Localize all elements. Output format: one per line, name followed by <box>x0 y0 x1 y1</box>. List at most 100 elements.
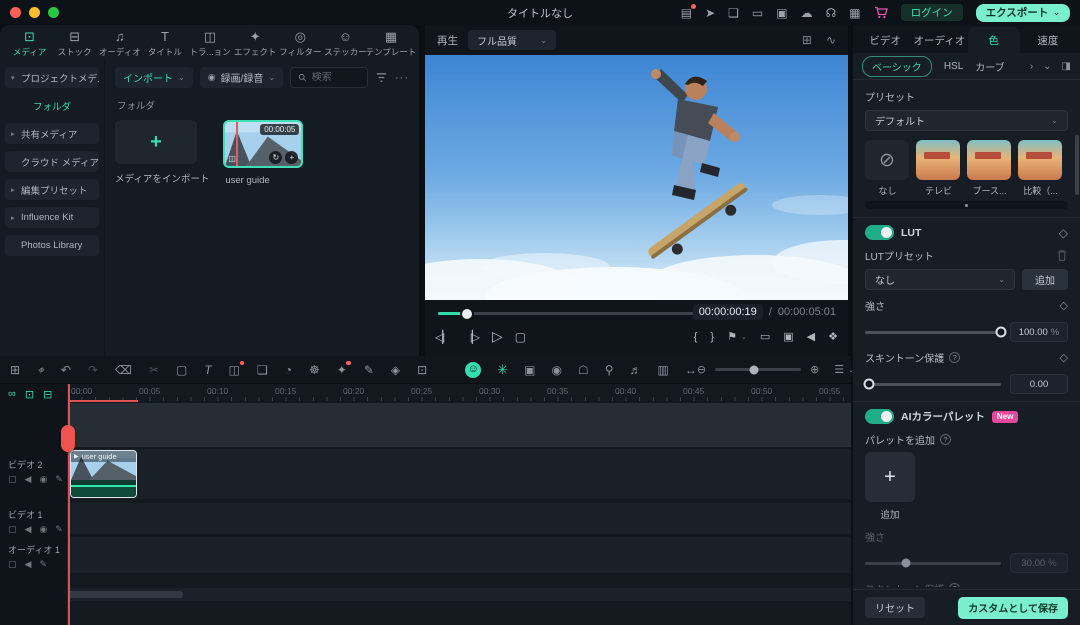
auto-ripple-icon[interactable]: ⊡ <box>25 388 34 401</box>
add-to-timeline-icon[interactable]: + <box>285 151 298 164</box>
help-icon[interactable]: ? <box>949 583 960 587</box>
fullscreen-icon[interactable]: ❖ <box>828 330 838 343</box>
next-frame-button[interactable]: ▕▷ <box>463 330 477 344</box>
palette-strength-slider[interactable] <box>865 562 1001 565</box>
lut-skin-value[interactable]: 0.00 <box>1010 374 1068 394</box>
audio-mixer-icon[interactable]: ♬ <box>630 364 642 376</box>
record-dropdown[interactable]: ◉ 録画/録音 ⌄ <box>200 67 283 88</box>
ai-palette-toggle[interactable] <box>865 409 894 424</box>
pip-icon[interactable]: ◫ <box>229 364 240 376</box>
import-dropdown[interactable]: インポート ⌄ <box>115 67 193 88</box>
more-options-icon[interactable]: ··· <box>395 72 409 84</box>
inspector-scrollbar[interactable] <box>1075 135 1079 195</box>
media-clip-thumbnail[interactable]: 00:00:05 ◫ ↻ + <box>223 120 303 168</box>
lut-skin-slider[interactable] <box>865 383 1001 386</box>
media-tab[interactable]: ✦ エフェクト <box>234 30 277 59</box>
select-tool-icon[interactable]: ⌖ <box>37 364 44 376</box>
sidebar-item[interactable]: クラウド メディア <box>5 151 99 172</box>
lut-toggle[interactable] <box>865 225 894 240</box>
preview-layout-icon[interactable]: ⊞ <box>802 33 812 47</box>
cart-icon[interactable] <box>874 6 888 19</box>
close-window-button[interactable] <box>10 7 21 18</box>
edit-properties-icon[interactable]: ✎ <box>364 364 374 376</box>
snapshot-icon[interactable]: ▣ <box>783 330 793 343</box>
add-lut-button[interactable]: 追加 <box>1022 269 1068 290</box>
help-icon[interactable]: ? <box>949 352 960 363</box>
timeline-clip-user-guide[interactable]: ▶user guide <box>70 450 137 498</box>
lock-track-icon[interactable]: ▢ <box>8 474 17 485</box>
support-headset-icon[interactable]: ☊ <box>826 7 837 19</box>
ai-assistant-icon[interactable]: ☺ <box>465 362 481 378</box>
media-tab[interactable]: ☺ ステッカー <box>324 30 367 59</box>
progress-knob[interactable] <box>462 309 472 319</box>
media-clip-card[interactable]: 00:00:05 ◫ ↻ + user guide <box>223 120 303 186</box>
search-box[interactable] <box>290 67 368 88</box>
megaphone-icon[interactable]: ➤ <box>705 7 715 19</box>
preset-category-dropdown[interactable]: デフォルト ⌄ <box>865 110 1068 131</box>
video-scopes-icon[interactable]: ∿ <box>826 33 836 47</box>
video2-lane[interactable] <box>68 449 851 499</box>
color-preset-thumbnail[interactable]: テレビ <box>916 140 961 197</box>
audio1-lane[interactable] <box>68 537 851 573</box>
zoom-out-icon[interactable]: ⊖ <box>697 363 706 376</box>
media-tab[interactable]: T タイトル <box>143 30 186 59</box>
search-input[interactable] <box>312 72 360 83</box>
keyframe-diamond-icon[interactable]: ◇ <box>1060 351 1068 364</box>
track-effects-icon[interactable]: ✎ <box>55 524 63 535</box>
add-palette-tile[interactable]: + <box>865 452 915 502</box>
display-device-icon[interactable]: ▭ <box>760 330 770 343</box>
import-media-tile[interactable]: + メディアをインポート <box>115 120 209 185</box>
safe-area-icon[interactable]: ☖ <box>578 364 589 376</box>
subtab-more-icon[interactable]: › <box>1030 61 1033 72</box>
shortcuts-grid-icon[interactable]: ▦ <box>849 7 860 19</box>
reset-button[interactable]: リセット <box>865 597 925 618</box>
sidebar-item[interactable]: ▾ プロジェクトメデ... <box>5 67 99 88</box>
ai-enhance-icon[interactable]: ✦ <box>337 364 347 376</box>
export-button[interactable]: エクスポート⌄ <box>976 4 1070 22</box>
snapshot-camera-icon[interactable]: ▣ <box>524 364 535 376</box>
media-tab[interactable]: ♫ オーディオ <box>98 30 141 59</box>
delete-lut-icon[interactable] <box>1056 249 1068 262</box>
timeline-zoom-slider[interactable] <box>715 368 801 371</box>
auto-ripple-icon[interactable]: ▥ <box>658 364 669 376</box>
track-effects-icon[interactable]: ✎ <box>55 474 63 485</box>
lock-track-icon[interactable]: ▢ <box>8 524 17 535</box>
gift-icon[interactable]: ▤ <box>681 7 692 19</box>
mark-in-button[interactable]: { <box>694 331 698 343</box>
crop-icon[interactable]: ▢ <box>176 364 187 376</box>
volume-icon[interactable]: ◀ <box>807 330 815 343</box>
media-tab[interactable]: ⊟ ストック <box>53 30 96 59</box>
sidebar-item[interactable]: Photos Library <box>5 235 99 256</box>
previous-frame-button[interactable]: ◁▏ <box>435 330 449 344</box>
playback-progress-slider[interactable] <box>438 312 706 315</box>
mute-track-icon[interactable]: ◀ <box>25 559 32 570</box>
video1-lane[interactable] <box>68 503 851 534</box>
palette-strength-value[interactable]: 30.00% <box>1010 553 1068 573</box>
draft-file-icon[interactable]: ❏ <box>728 7 739 19</box>
track-manager-button[interactable]: ☰ ⌄ <box>834 363 854 376</box>
media-tools-icon[interactable]: ⊞ <box>10 364 20 376</box>
current-timecode[interactable]: 00:00:00:19 <box>693 304 763 320</box>
display-mode-icon[interactable]: ▭ <box>752 7 763 19</box>
save-as-custom-button[interactable]: カスタムとして保存 <box>958 597 1068 619</box>
playback-quality-dropdown[interactable]: フル品質 ⌄ <box>468 30 556 50</box>
sidebar-item[interactable]: ▸ 共有メディア <box>5 123 99 144</box>
media-tab[interactable]: ▦ テンプレート <box>369 30 413 59</box>
stop-button[interactable]: ▢ <box>515 330 524 344</box>
mute-track-icon[interactable]: ◀ <box>25 474 32 485</box>
inspector-tab[interactable]: オーディオ <box>913 27 965 53</box>
cloud-backup-icon[interactable]: ☁ <box>801 7 813 19</box>
delete-icon[interactable]: ⌫ <box>115 364 132 376</box>
minimize-window-button[interactable] <box>29 7 40 18</box>
toggle-visibility-icon[interactable]: ◉ <box>39 524 47 535</box>
inspector-tab[interactable]: 色 <box>968 27 1020 53</box>
filter-funnel-icon[interactable] <box>375 72 388 84</box>
marker-chevron-icon[interactable]: ⌄ <box>741 333 747 341</box>
timeline-ruler[interactable]: 00:0000:0500:1000:1500:2000:2500:3000:35… <box>68 384 851 401</box>
media-tab[interactable]: ◫ トラ...ョン <box>189 30 232 59</box>
zoom-window-button[interactable] <box>48 7 59 18</box>
color-subtab[interactable]: カーブ <box>975 59 1004 74</box>
sidebar-item[interactable]: ▸ 編集プリセット <box>5 179 99 200</box>
keyframe-diamond-icon[interactable]: ◇ <box>1060 299 1068 312</box>
playhead-line[interactable] <box>68 384 70 625</box>
